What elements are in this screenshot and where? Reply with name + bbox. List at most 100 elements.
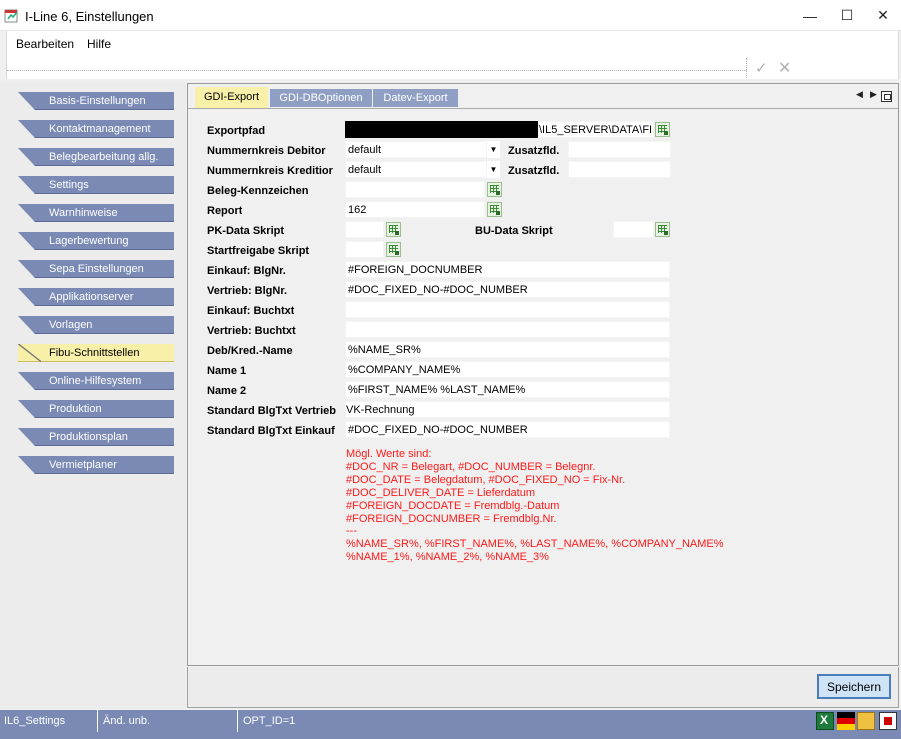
vertrieb-buchtxt-field[interactable] (345, 321, 670, 338)
label-exportpfad: Exportpfad (207, 125, 266, 137)
settings-nav: Basis-Einstellungen Kontaktmanagement Be… (0, 82, 186, 709)
status-module: IL6_Settings (0, 710, 98, 732)
hint-line: #FOREIGN_DOCNUMBER = Fremdblg.Nr. (346, 512, 557, 525)
nav-item-vorlagen[interactable]: Vorlagen (18, 316, 174, 334)
label-nk-debitor: Nummernkreis Debitor (207, 145, 326, 157)
title-bar: I-Line 6, Einstellungen — ☐ ✕ (0, 0, 901, 31)
german-flag-icon[interactable] (837, 712, 855, 730)
tab-menu-icon[interactable] (881, 91, 892, 102)
window-title: I-Line 6, Einstellungen (25, 9, 154, 24)
maximize-button[interactable]: ☐ (829, 0, 865, 31)
nav-item-fibu-schnittstellen[interactable]: Fibu-Schnittstellen (18, 344, 174, 362)
nav-item-warnhinweise[interactable]: Warnhinweise (18, 204, 174, 222)
zusatzfld-kreditor-field[interactable] (568, 161, 671, 178)
label-beleg-kennzeichen: Beleg-Kennzeichen (207, 185, 309, 197)
label-vertrieb-buchtxt: Vertrieb: Buchtxt (207, 325, 296, 337)
menu-bar: Bearbeiten Hilfe ✓ ✕ (6, 31, 899, 79)
toolbar-separator (746, 58, 747, 78)
bu-data-picker-icon[interactable] (655, 222, 670, 237)
nav-item-produktion[interactable]: Produktion (18, 400, 174, 418)
nk-debitor-select[interactable]: default (345, 141, 487, 158)
hint-line: --- (346, 525, 357, 538)
hint-text: Mögl. Werte sind: #DOC_NR = Belegart, #D… (346, 448, 724, 564)
cancel-icon[interactable]: ✕ (778, 58, 791, 78)
tab-divider (188, 108, 898, 109)
label-zusatzfld-debitor: Zusatzfld. (508, 145, 560, 157)
label-name-2: Name 2 (207, 385, 247, 397)
nav-item-basis-einstellungen[interactable]: Basis-Einstellungen (18, 92, 174, 110)
hint-line: %NAME_1%, %NAME_2%, %NAME_3% (346, 551, 549, 564)
label-std-blgtxt-vertrieb: Standard BlgTxt Vertrieb (207, 405, 336, 417)
label-einkauf-buchtxt: Einkauf: Buchtxt (207, 305, 295, 317)
nk-debitor-dropdown-icon[interactable]: ▼ (486, 141, 500, 158)
nav-item-sepa[interactable]: Sepa Einstellungen (18, 260, 174, 278)
vertrieb-blgnr-field[interactable]: #DOC_FIXED_NO-#DOC_NUMBER (345, 281, 670, 298)
beleg-kennzeichen-field[interactable] (345, 181, 485, 198)
nk-kreditor-dropdown-icon[interactable]: ▼ (486, 161, 500, 178)
beleg-kennzeichen-picker-icon[interactable] (487, 182, 502, 197)
label-nk-kreditor: Nummernkreis Kreditior (207, 165, 333, 177)
label-startfreigabe: Startfreigabe Skript (207, 245, 310, 257)
nk-kreditor-select[interactable]: default (345, 161, 487, 178)
status-bar: IL6_Settings Änd. unb. OPT_ID=1 (0, 710, 901, 739)
einkauf-blgnr-field[interactable]: #FOREIGN_DOCNUMBER (345, 261, 670, 278)
hint-line: #DOC_DATE = Belegdatum, #DOC_FIXED_NO = … (346, 473, 626, 486)
menu-bearbeiten[interactable]: Bearbeiten (16, 37, 74, 51)
close-button[interactable]: ✕ (865, 0, 901, 31)
nav-item-lagerbewertung[interactable]: Lagerbewertung (18, 232, 174, 250)
std-blgtxt-vertrieb-field[interactable]: VK-Rechnung (345, 401, 670, 418)
label-std-blgtxt-einkauf: Standard BlgTxt Einkauf (207, 425, 335, 437)
name-1-field[interactable]: %COMPANY_NAME% (345, 361, 670, 378)
menu-hilfe[interactable]: Hilfe (87, 37, 111, 51)
tab-datev-export[interactable]: Datev-Export (373, 89, 458, 107)
redacted-path (345, 121, 538, 138)
report-picker-icon[interactable] (487, 202, 502, 217)
save-button[interactable]: Speichern (817, 674, 891, 699)
hint-line: #DOC_DELIVER_DATE = Lieferdatum (346, 486, 536, 499)
startfreigabe-picker-icon[interactable] (386, 242, 401, 257)
pk-data-skript-field[interactable] (345, 221, 384, 238)
nav-item-kontaktmanagement[interactable]: Kontaktmanagement (18, 120, 174, 138)
name-2-field[interactable]: %FIRST_NAME% %LAST_NAME% (345, 381, 670, 398)
network-icon[interactable] (879, 712, 897, 730)
tab-gdi-export[interactable]: GDI-Export (195, 87, 268, 108)
debkred-name-field[interactable]: %NAME_SR% (345, 341, 670, 358)
label-name-1: Name 1 (207, 365, 247, 377)
tab-bar: GDI-Export GDI-DBOptionen Datev-Export ◀… (188, 84, 898, 108)
startfreigabe-field[interactable] (345, 241, 384, 258)
toolbar-divider (7, 70, 747, 71)
tab-gdi-dboptionen[interactable]: GDI-DBOptionen (270, 89, 372, 107)
nav-item-online-hilfesystem[interactable]: Online-Hilfesystem (18, 372, 174, 390)
std-blgtxt-einkauf-field[interactable]: #DOC_FIXED_NO-#DOC_NUMBER (345, 421, 670, 438)
hint-line: Mögl. Werte sind: (346, 448, 432, 460)
status-opt-id: OPT_ID=1 (243, 715, 296, 727)
minimize-button[interactable]: — (792, 0, 828, 31)
label-pk-data-skript: PK-Data Skript (207, 225, 285, 237)
nav-item-belegbearbeitung[interactable]: Belegbearbeitung allg. (18, 148, 174, 166)
nav-item-vermietplaner[interactable]: Vermietplaner (18, 456, 174, 474)
settings-panel: GDI-Export GDI-DBOptionen Datev-Export ◀… (187, 83, 899, 666)
nav-item-applikationserver[interactable]: Applikationserver (18, 288, 174, 306)
report-field[interactable]: 162 (345, 201, 485, 218)
label-zusatzfld-kreditor: Zusatzfld. (508, 165, 560, 177)
bu-data-skript-field[interactable] (613, 221, 654, 238)
pk-data-picker-icon[interactable] (386, 222, 401, 237)
confirm-icon[interactable]: ✓ (755, 59, 768, 77)
nav-item-produktionsplan[interactable]: Produktionsplan (18, 428, 174, 446)
hint-line: #FOREIGN_DOCDATE = Fremdblg.-Datum (346, 499, 560, 512)
app-icon (4, 9, 18, 23)
label-bu-data-skript: BU-Data Skript (475, 225, 553, 237)
nav-item-settings[interactable]: Settings (18, 176, 174, 194)
hint-line: #DOC_NR = Belegart, #DOC_NUMBER = Belegn… (346, 460, 596, 473)
exportpfad-picker-icon[interactable] (655, 122, 670, 137)
hint-line: %NAME_SR%, %FIRST_NAME%, %LAST_NAME%, %C… (346, 538, 724, 551)
einkauf-buchtxt-field[interactable] (345, 301, 670, 318)
lock-icon[interactable] (857, 712, 875, 730)
exportpfad-field[interactable]: \IL5_SERVER\DATA\FIB (538, 121, 654, 138)
tab-prev-icon[interactable]: ◀ (856, 89, 863, 100)
zusatzfld-debitor-field[interactable] (568, 141, 671, 158)
tab-next-icon[interactable]: ▶ (870, 89, 877, 100)
status-changes: Änd. unb. (99, 710, 238, 732)
label-einkauf-blgnr: Einkauf: BlgNr. (207, 265, 286, 277)
excel-icon[interactable] (816, 712, 834, 730)
